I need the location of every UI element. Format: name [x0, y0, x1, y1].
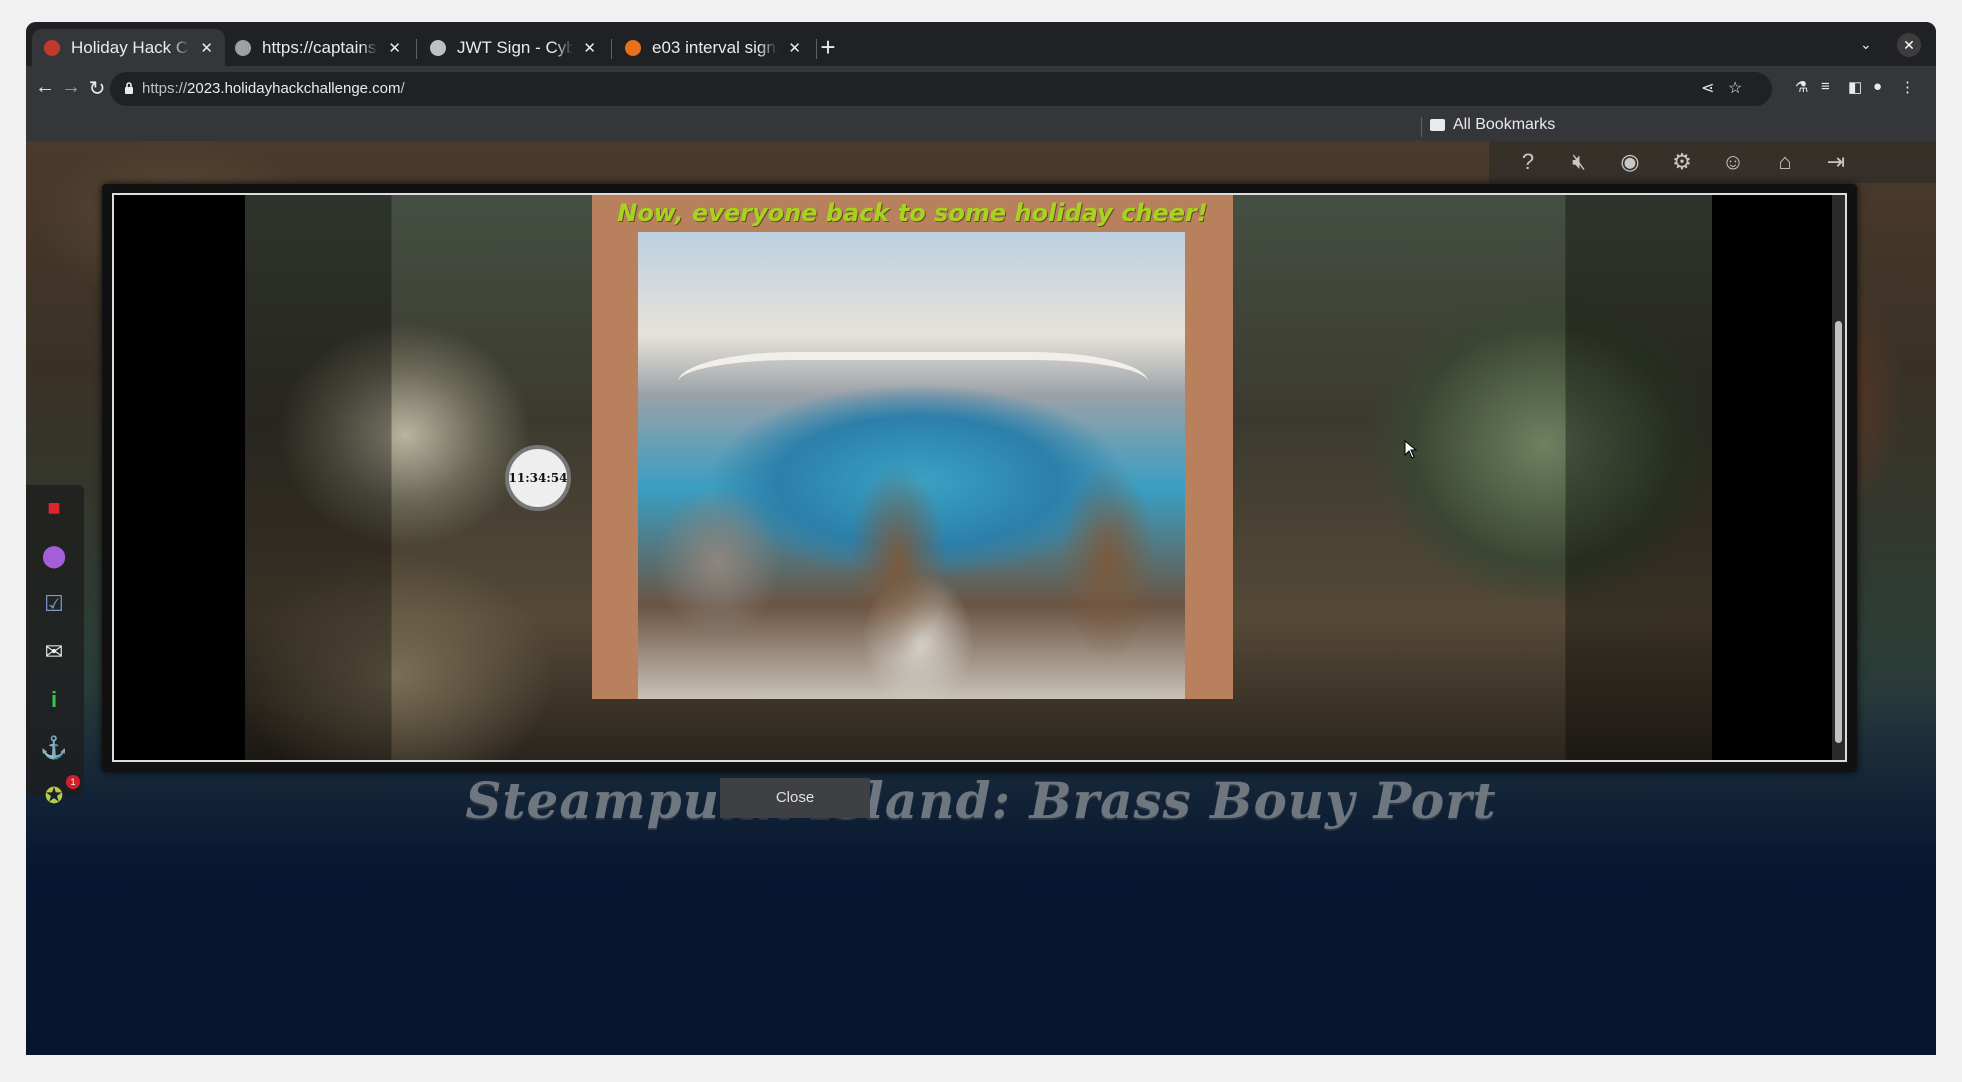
tab-title: e03 interval signal dec — [652, 37, 778, 57]
lock-icon — [125, 82, 133, 94]
browser-window: Holiday Hack Challeng ✕ https://captains… — [26, 22, 1936, 1055]
favicon-icon — [44, 39, 60, 56]
tab-holiday-hack[interactable]: Holiday Hack Challeng ✕ — [32, 29, 225, 66]
help-icon[interactable]: ? — [1513, 147, 1543, 177]
modal-scrollbar[interactable] — [1832, 195, 1845, 760]
close-button[interactable]: Close — [720, 778, 870, 818]
scrollbar-thumb[interactable] — [1835, 321, 1842, 743]
discord-icon[interactable]: ◉ — [1615, 147, 1645, 177]
tab-captainscomms[interactable]: https://captainscomms ✕ — [223, 29, 413, 66]
book-icon[interactable]: ■ — [39, 493, 69, 523]
top-icon-bar: ? 🔇︎ ◉ ⚙ ☺ ⌂ ⇥ — [1489, 141, 1936, 183]
profile-avatar-icon[interactable]: ● — [1873, 78, 1882, 95]
favicon-icon — [625, 39, 641, 56]
game-viewport[interactable]: ? 🔇︎ ◉ ⚙ ☺ ⌂ ⇥ ■ ⬤ ☑ ✉ i ⚓ ✪ 1 Steampunk… — [26, 141, 1936, 1055]
url-scheme: https:// — [142, 80, 188, 97]
checklist-icon[interactable]: ☑ — [39, 589, 69, 619]
settings-icon[interactable]: ⚙ — [1667, 147, 1697, 177]
ending-poster: Now, everyone back to some holiday cheer… — [592, 195, 1233, 699]
anchor-icon[interactable]: ⚓ — [39, 733, 69, 763]
tab-divider — [416, 39, 417, 59]
profile-icon[interactable]: ☺ — [1718, 147, 1748, 177]
bookmark-star-icon[interactable]: ☆ — [1728, 78, 1742, 98]
address-bar[interactable]: https://2023.holidayhackchallenge.com/ ⋖… — [110, 72, 1772, 106]
tab-strip: Holiday Hack Challeng ✕ https://captains… — [26, 22, 1936, 72]
lab-flask-icon[interactable]: ⚗ — [1795, 78, 1808, 96]
all-bookmarks-button[interactable]: All Bookmarks — [1430, 116, 1555, 134]
tab-close-icon[interactable]: ✕ — [788, 39, 801, 57]
new-tab-button[interactable]: + — [812, 31, 844, 63]
side-panel-icon[interactable]: ◧ — [1848, 78, 1862, 96]
tab-title: Holiday Hack Challeng — [71, 37, 190, 57]
elves-and-bunnies-photo — [638, 232, 1185, 699]
map-pin-icon[interactable]: ⬤ — [39, 541, 69, 571]
boat-hull — [678, 352, 1148, 412]
tab-search-chevron-icon[interactable]: ⌄ — [1860, 36, 1872, 53]
area-title: Steampunk Island: Brass Bouy Port — [465, 771, 1497, 830]
url-text: https://2023.holidayhackchallenge.com/ — [142, 80, 405, 97]
globe-icon — [235, 39, 251, 56]
tab-close-icon[interactable]: ✕ — [583, 39, 596, 57]
logout-icon[interactable]: ⇥ — [1821, 147, 1851, 177]
toolbar: ← → ↻ https://2023.holidayhackchallenge.… — [26, 66, 1936, 111]
chat-icon[interactable]: ✉ — [39, 637, 69, 667]
tab-cyberchef[interactable]: JWT Sign - CyberChef ✕ — [418, 29, 608, 66]
poster-headline: Now, everyone back to some holiday cheer… — [617, 199, 1208, 227]
tab-close-icon[interactable]: ✕ — [200, 39, 213, 57]
bookmarks-divider — [1421, 117, 1422, 137]
image-modal: 11:34:54 Now, everyone back to some holi… — [102, 184, 1857, 772]
tab-title: JWT Sign - CyberChef — [457, 37, 574, 57]
url-host: 2023.holidayhackchallenge.com — [187, 80, 401, 97]
folder-icon — [1430, 119, 1445, 131]
menu-kebab-icon[interactable]: ⋮ — [1900, 78, 1915, 96]
mute-icon[interactable]: 🔇︎ — [1564, 147, 1594, 177]
tab-interval-signal[interactable]: e03 interval signal dec ✕ — [613, 29, 813, 66]
url-path: / — [400, 80, 405, 97]
back-icon[interactable]: ← — [33, 76, 57, 99]
reload-icon[interactable]: ↻ — [85, 76, 109, 101]
home-icon[interactable]: ⌂ — [1770, 147, 1800, 177]
clock-time: 11:34:54 — [505, 445, 571, 511]
tab-divider — [611, 39, 612, 59]
game-sidebar: ■ ⬤ ☑ ✉ i ⚓ ✪ 1 — [26, 485, 84, 808]
chef-hat-icon — [430, 39, 446, 56]
share-icon[interactable]: ⋖ — [1701, 78, 1714, 98]
modal-frame: 11:34:54 Now, everyone back to some holi… — [112, 193, 1847, 762]
tab-title: https://captainscomms — [262, 37, 378, 57]
info-icon[interactable]: i — [39, 685, 69, 715]
forward-icon[interactable]: → — [59, 76, 83, 99]
reading-list-icon[interactable]: ≡ — [1821, 78, 1830, 95]
mouse-cursor-icon — [1404, 440, 1418, 459]
window-close-icon[interactable]: ✕ — [1897, 33, 1921, 57]
all-bookmarks-label: All Bookmarks — [1453, 116, 1556, 133]
tab-close-icon[interactable]: ✕ — [388, 39, 401, 57]
bookmarks-bar: All Bookmarks — [26, 111, 1936, 141]
